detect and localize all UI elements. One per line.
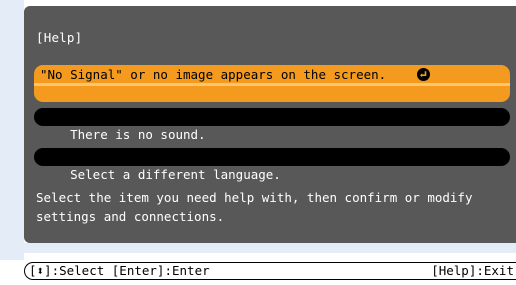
help-item-no-signal[interactable]: "No Signal" or no image appears on the s… <box>34 65 510 102</box>
help-item-language[interactable]: Select a different language. <box>34 148 510 182</box>
key-guide-select-enter: [⬍]:Select [Enter]:Enter <box>29 263 210 278</box>
help-item-label: There is no sound. <box>70 127 206 142</box>
enter-return-icon <box>417 68 430 81</box>
key-guide-exit: [Help]:Exit <box>431 263 514 278</box>
help-item-no-sound[interactable]: There is no sound. <box>34 108 510 142</box>
help-item-label: "No Signal" or no image appears on the s… <box>40 67 387 82</box>
left-margin-bar <box>0 0 24 260</box>
help-description: Select the item you need help with, then… <box>36 190 473 224</box>
help-item-label: Select a different language. <box>70 167 281 182</box>
menu-title: [Help] <box>36 30 83 45</box>
highlight-divider <box>34 83 510 86</box>
panel-gap <box>24 243 516 253</box>
key-guide-bar: [⬍]:Select [Enter]:Enter [Help]:Exit <box>24 262 516 280</box>
help-menu-panel: [Help] "No Signal" or no image appears o… <box>24 6 516 243</box>
